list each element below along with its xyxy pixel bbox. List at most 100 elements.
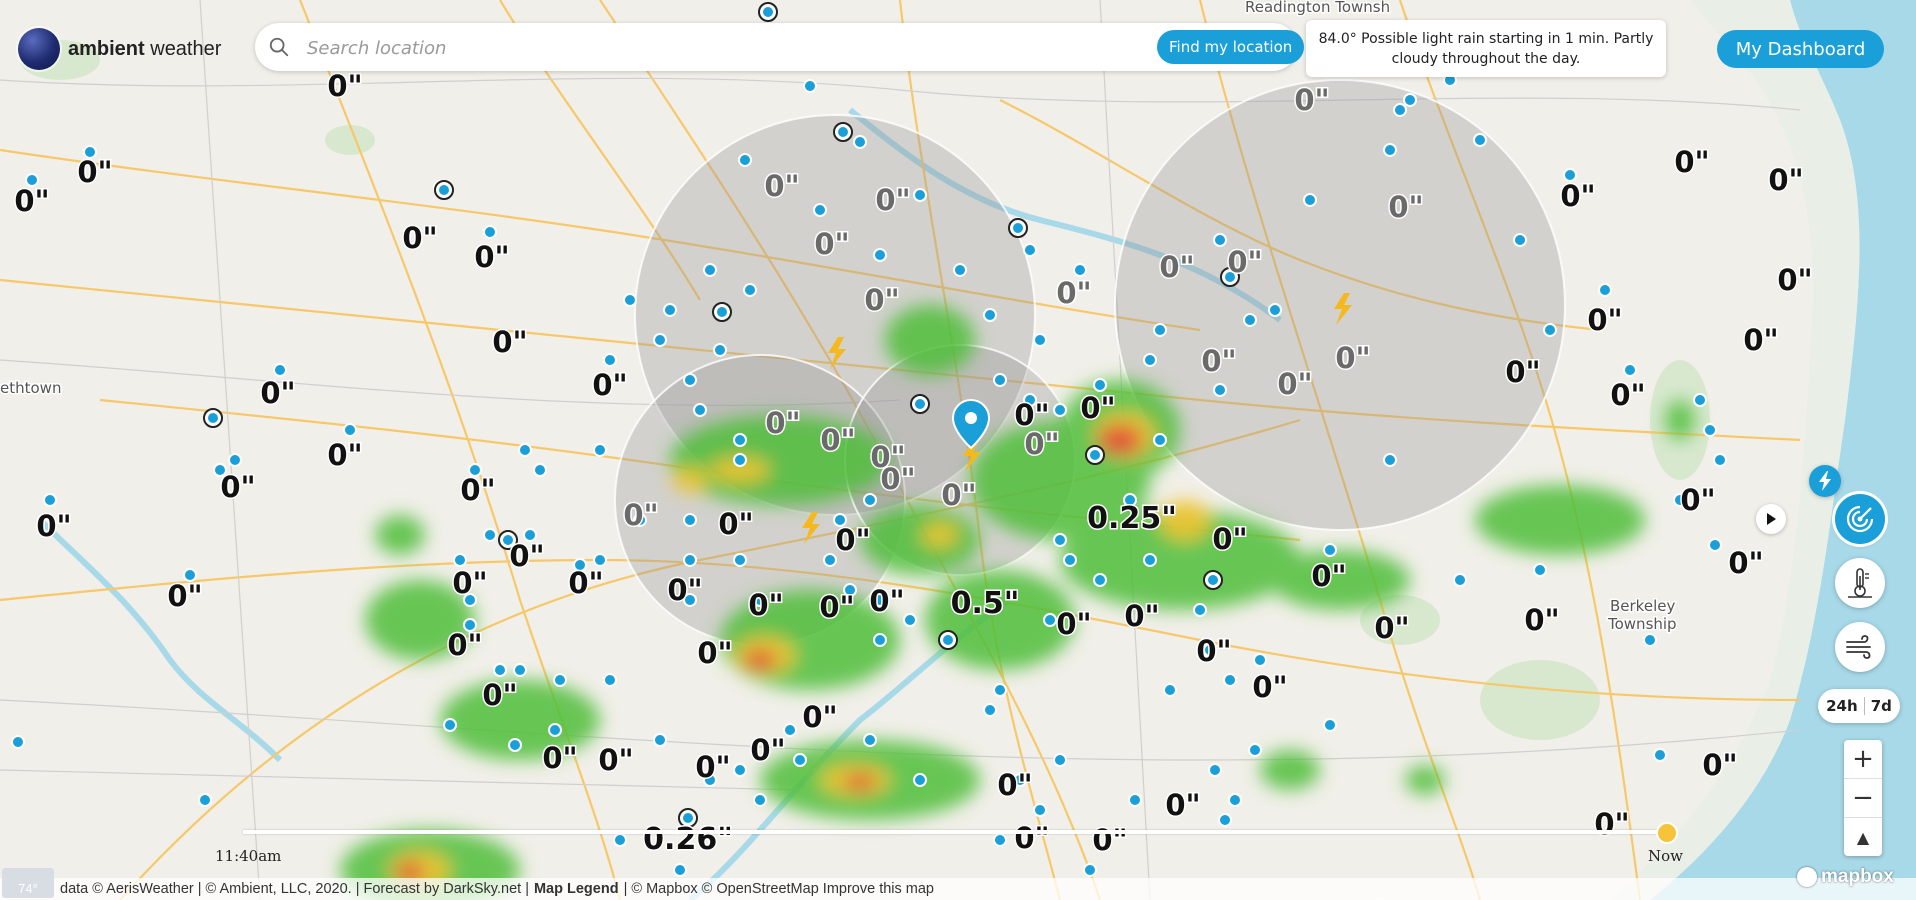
station-dot[interactable] xyxy=(873,633,887,647)
station-dot[interactable] xyxy=(803,79,817,93)
station-dot[interactable] xyxy=(693,403,707,417)
station-dot[interactable] xyxy=(1033,803,1047,817)
station-dot[interactable] xyxy=(733,553,747,567)
station-dot[interactable] xyxy=(853,135,867,149)
station-dot[interactable] xyxy=(653,333,667,347)
station-dot[interactable] xyxy=(1473,133,1487,147)
station-dot[interactable] xyxy=(1248,743,1262,757)
mapbox-logo[interactable]: mapbox xyxy=(1797,866,1894,888)
wind-layer-button[interactable] xyxy=(1835,622,1885,672)
station-dot[interactable] xyxy=(1093,573,1107,587)
station-dot[interactable] xyxy=(483,528,497,542)
station-dot[interactable] xyxy=(873,248,887,262)
station-dot[interactable] xyxy=(1253,653,1267,667)
station-dot[interactable] xyxy=(1403,93,1417,107)
station-dot[interactable] xyxy=(1208,575,1218,585)
station-dot[interactable] xyxy=(717,307,727,317)
station-dot[interactable] xyxy=(1143,553,1157,567)
station-dot[interactable] xyxy=(1090,450,1100,460)
station-dot[interactable] xyxy=(603,353,617,367)
find-my-location-button[interactable]: Find my location xyxy=(1157,30,1305,64)
station-dot[interactable] xyxy=(983,703,997,717)
map-legend-link[interactable]: Map Legend xyxy=(534,881,619,897)
timeline-handle[interactable] xyxy=(1656,822,1678,844)
temperature-layer-button[interactable] xyxy=(1835,558,1885,608)
station-dot[interactable] xyxy=(743,283,757,297)
station-dot[interactable] xyxy=(1393,103,1407,117)
station-dot[interactable] xyxy=(1453,573,1467,587)
station-dot[interactable] xyxy=(1208,763,1222,777)
station-dot[interactable] xyxy=(1053,753,1067,767)
brand-logo[interactable]: ambient weather xyxy=(18,28,221,70)
station-dot[interactable] xyxy=(1643,633,1657,647)
station-dot[interactable] xyxy=(1623,363,1637,377)
station-dot[interactable] xyxy=(738,153,752,167)
station-dot[interactable] xyxy=(1703,423,1717,437)
weather-map[interactable]: ethtown Readington Townsh Berkeley Towns… xyxy=(0,0,1916,900)
station-dot[interactable] xyxy=(533,463,547,477)
station-dot[interactable] xyxy=(1043,613,1057,627)
station-dot[interactable] xyxy=(683,553,697,567)
station-dot[interactable] xyxy=(793,753,807,767)
station-dot[interactable] xyxy=(993,373,1007,387)
station-dot[interactable] xyxy=(1708,538,1722,552)
station-dot[interactable] xyxy=(1163,683,1177,697)
station-dot[interactable] xyxy=(1323,718,1337,732)
station-dot[interactable] xyxy=(863,493,877,507)
station-dot[interactable] xyxy=(1268,303,1282,317)
station-dot[interactable] xyxy=(548,723,562,737)
station-dot[interactable] xyxy=(913,773,927,787)
station-dot[interactable] xyxy=(443,718,457,732)
station-dot[interactable] xyxy=(1598,283,1612,297)
station-dot[interactable] xyxy=(763,7,773,17)
station-dot[interactable] xyxy=(1128,793,1142,807)
station-dot[interactable] xyxy=(915,399,925,409)
station-dot[interactable] xyxy=(43,493,57,507)
station-dot[interactable] xyxy=(198,793,212,807)
station-dot[interactable] xyxy=(863,733,877,747)
station-dot[interactable] xyxy=(1033,333,1047,347)
station-dot[interactable] xyxy=(733,453,747,467)
station-dot[interactable] xyxy=(1053,533,1067,547)
station-dot[interactable] xyxy=(983,308,997,322)
station-dot[interactable] xyxy=(753,793,767,807)
zoom-in-button[interactable]: + xyxy=(1844,740,1882,779)
station-dot[interactable] xyxy=(663,303,677,317)
station-dot[interactable] xyxy=(1213,383,1227,397)
range-24h-option[interactable]: 24h xyxy=(1820,697,1864,715)
attribution-text[interactable]: | © Mapbox © OpenStreetMap Improve this … xyxy=(624,881,934,897)
station-dot[interactable] xyxy=(513,663,527,677)
station-dot[interactable] xyxy=(593,443,607,457)
station-dot[interactable] xyxy=(1053,403,1067,417)
station-dot[interactable] xyxy=(1228,793,1242,807)
lightning-toggle-button[interactable] xyxy=(1809,465,1841,497)
station-dot[interactable] xyxy=(1543,323,1557,337)
station-dot[interactable] xyxy=(1023,243,1037,257)
station-dot[interactable] xyxy=(453,553,467,567)
zoom-out-button[interactable]: − xyxy=(1844,779,1882,818)
station-dot[interactable] xyxy=(1153,323,1167,337)
station-dot[interactable] xyxy=(913,188,927,202)
station-dot[interactable] xyxy=(508,738,522,752)
station-dot[interactable] xyxy=(228,453,242,467)
station-dot[interactable] xyxy=(673,863,687,877)
station-dot[interactable] xyxy=(943,635,953,645)
station-dot[interactable] xyxy=(1218,813,1232,827)
station-dot[interactable] xyxy=(713,343,727,357)
station-dot[interactable] xyxy=(1193,603,1207,617)
station-dot[interactable] xyxy=(903,613,917,627)
station-dot[interactable] xyxy=(733,433,747,447)
range-7d-option[interactable]: 7d xyxy=(1865,697,1898,715)
station-dot[interactable] xyxy=(953,263,967,277)
station-dot[interactable] xyxy=(273,363,287,377)
station-dot[interactable] xyxy=(823,553,837,567)
station-dot[interactable] xyxy=(613,833,627,847)
station-dot[interactable] xyxy=(653,733,667,747)
station-dot[interactable] xyxy=(623,293,637,307)
station-dot[interactable] xyxy=(683,513,697,527)
compass-button[interactable]: ▲ xyxy=(1844,818,1882,856)
station-dot[interactable] xyxy=(838,127,848,137)
station-dot[interactable] xyxy=(993,833,1007,847)
station-dot[interactable] xyxy=(439,185,449,195)
station-dot[interactable] xyxy=(1323,543,1337,557)
